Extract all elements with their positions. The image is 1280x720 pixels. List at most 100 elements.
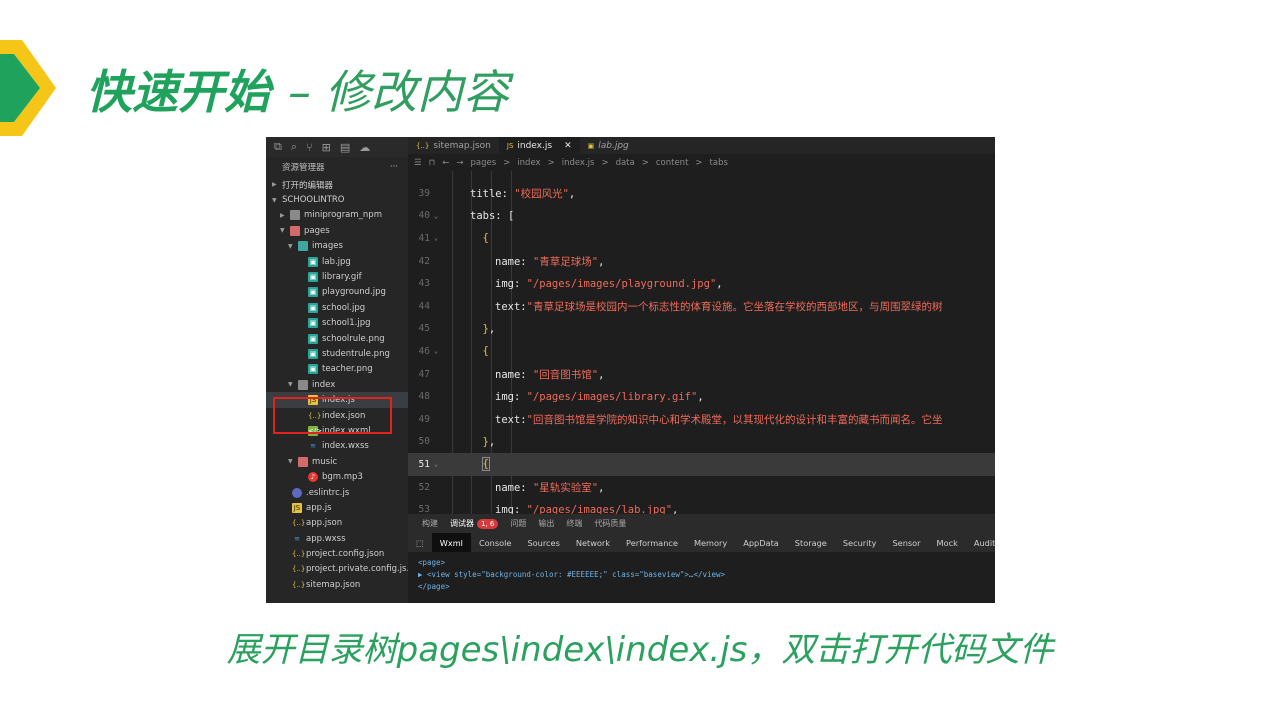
inspect-icon[interactable]: ⬚ — [408, 533, 432, 552]
debug-icon[interactable]: ▤ — [340, 141, 350, 154]
code-token: , — [598, 481, 605, 494]
devtools-panel-tab[interactable]: Storage — [787, 533, 835, 552]
devtools-panel-tab[interactable]: Console — [471, 533, 520, 552]
code-token: : — [520, 481, 533, 494]
tree-item[interactable]: ▣ studentrule.png — [266, 346, 408, 361]
devtools-panel-tab[interactable]: Sources — [519, 533, 567, 552]
more-icon[interactable]: ··· — [390, 162, 398, 172]
code-token: { — [482, 232, 489, 245]
tree-item[interactable]: ▣ lab.jpg — [266, 254, 408, 269]
devtools-tab[interactable]: 终端 — [566, 518, 582, 529]
tree-item-label: teacher.png — [322, 364, 373, 375]
devtools-panel-tab[interactable]: Sensor — [884, 533, 928, 552]
code-token: { — [482, 345, 489, 358]
devtools-panel-tab[interactable]: AppData — [735, 533, 787, 552]
close-icon[interactable]: ✕ — [564, 141, 572, 151]
json-file-icon: {..} — [292, 550, 306, 559]
breadcrumb-item[interactable]: pages — [471, 158, 497, 168]
tree-item[interactable]: ▼ index — [266, 377, 408, 392]
devtools-tab[interactable]: 构建 — [422, 518, 438, 529]
tree-item[interactable]: ▣ schoolrule.png — [266, 331, 408, 346]
code-line: 41 ⌄ { — [408, 227, 995, 250]
devtools-panel-tab[interactable]: Network — [568, 533, 618, 552]
tree-item-label: playground.jpg — [322, 287, 386, 298]
devtools-panel-tab[interactable]: Audits — [966, 533, 995, 552]
back-arrow-icon[interactable]: ← — [442, 158, 449, 168]
wxml-node[interactable]: ▶ <view style="background-color: #EEEEEE… — [418, 569, 985, 581]
search-icon[interactable]: ⌕ — [291, 140, 297, 154]
tree-item[interactable]: .eslintrc.js — [266, 485, 408, 500]
tree-item[interactable]: {..} sitemap.json — [266, 577, 408, 592]
tree-item-label: index — [312, 379, 336, 390]
extensions-icon[interactable]: ⊞ — [322, 141, 331, 154]
tree-item[interactable]: ▣ school.jpg — [266, 300, 408, 315]
breadcrumb-item[interactable]: index — [517, 158, 540, 168]
tree-item[interactable]: ▼ pages — [266, 223, 408, 238]
breadcrumb-item[interactable]: content — [656, 158, 689, 168]
code-line: 43 img: "/pages/images/playground.jpg", — [408, 272, 995, 295]
forward-arrow-icon[interactable]: → — [456, 158, 463, 168]
code-token: text — [495, 300, 521, 313]
files-icon[interactable]: ⧉ — [274, 140, 282, 154]
tree-item-label: pages — [304, 225, 330, 236]
breadcrumb-item[interactable]: data — [616, 158, 635, 168]
line-number: 42 — [418, 255, 430, 267]
code-editor[interactable]: 39 title: "校园风光", 40 ⌄ tabs: [41 ⌄ {42 name: "青… — [408, 171, 995, 514]
devtools-tab[interactable]: 问题 — [510, 518, 526, 529]
breadcrumb-item[interactable]: index.js — [562, 158, 595, 168]
editor-tab[interactable]: {..} sitemap.json — [408, 137, 499, 154]
chevron-down-icon: ▼ — [280, 227, 285, 235]
fold-chevron-icon[interactable]: ⌄ — [434, 234, 438, 242]
devtools-tab-label: 构建 — [422, 519, 438, 528]
devtools-tab[interactable]: 调试器 1, 6 — [450, 518, 499, 529]
code-text: name: "青草足球场", — [495, 254, 604, 269]
tree-item[interactable]: {..} project.private.config.js... — [266, 562, 408, 577]
breadcrumb-item[interactable]: tabs — [710, 158, 728, 168]
code-text: { — [483, 232, 489, 244]
tree-item[interactable]: ▼ music — [266, 454, 408, 469]
tree-item[interactable]: ▣ playground.jpg — [266, 285, 408, 300]
bookmark-icon[interactable]: ⊓ — [429, 158, 436, 168]
tree-item[interactable]: ▼ images — [266, 239, 408, 254]
fold-chevron-icon[interactable]: ⌄ — [434, 212, 438, 220]
tree-item[interactable]: {..} project.config.json — [266, 546, 408, 561]
tree-item[interactable]: ≋ app.wxss — [266, 531, 408, 546]
tree-item-label: .eslintrc.js — [306, 487, 350, 498]
fold-chevron-icon[interactable]: ⌄ — [434, 347, 438, 355]
open-editors-section[interactable]: ▶ 打开的编辑器 — [266, 177, 408, 192]
tree-item[interactable]: ♪ bgm.mp3 — [266, 469, 408, 484]
code-token: "回音图书馆是学院的知识中心和学术殿堂，以其现代化的设计和丰富的藏书而闻名。它坐 — [526, 413, 943, 426]
devtools-panel-tab[interactable]: Performance — [618, 533, 686, 552]
tree-item[interactable]: ▣ teacher.png — [266, 362, 408, 377]
tree-item[interactable]: ▣ school1.jpg — [266, 316, 408, 331]
editor-tab[interactable]: JS index.js ✕ — [498, 137, 580, 154]
activity-bar: ⧉ ⌕ ⑂ ⊞ ▤ ☁ — [266, 137, 408, 157]
list-icon[interactable]: ☰ — [414, 158, 422, 168]
code-token: : — [520, 368, 533, 381]
code-line: 39 title: "校园风光", — [408, 182, 995, 205]
devtools-tab[interactable]: 输出 — [538, 518, 554, 529]
tree-item[interactable]: ▣ library.gif — [266, 269, 408, 284]
tree-item[interactable]: {..} app.json — [266, 516, 408, 531]
docker-icon[interactable]: ☁ — [359, 141, 370, 154]
wxss-file-icon: ≋ — [294, 534, 300, 543]
devtools-panels: ⬚ Wxml Console Sources Network Performance Mem… — [408, 533, 995, 552]
tree-item[interactable]: ▶ miniprogram_npm — [266, 208, 408, 223]
devtools-panel-tab[interactable]: Security — [835, 533, 885, 552]
tree-item[interactable]: ≋ index.wxss — [266, 439, 408, 454]
line-number: 41 — [418, 232, 430, 244]
devtools-panel-tab[interactable]: Memory — [686, 533, 735, 552]
code-text: img: "/pages/images/library.gif", — [495, 391, 704, 403]
editor-tab[interactable]: ▣ lab.jpg — [580, 137, 637, 154]
devtools-tab[interactable]: 代码质量 — [594, 518, 626, 529]
devtools-panel-tab[interactable]: Wxml — [431, 533, 471, 552]
line-number: 49 — [418, 413, 430, 425]
source-control-icon[interactable]: ⑂ — [306, 141, 313, 154]
project-section[interactable]: ▼ SCHOOLINTRO — [266, 192, 408, 207]
explorer-title: 资源管理器 — [282, 163, 325, 173]
tab-label: index.js — [517, 140, 553, 151]
devtools-panel-tab[interactable]: Mock — [929, 533, 966, 552]
folder-icon — [290, 210, 300, 221]
fold-chevron-icon[interactable]: ⌄ — [434, 460, 438, 468]
tree-item[interactable]: JS app.js — [266, 500, 408, 515]
